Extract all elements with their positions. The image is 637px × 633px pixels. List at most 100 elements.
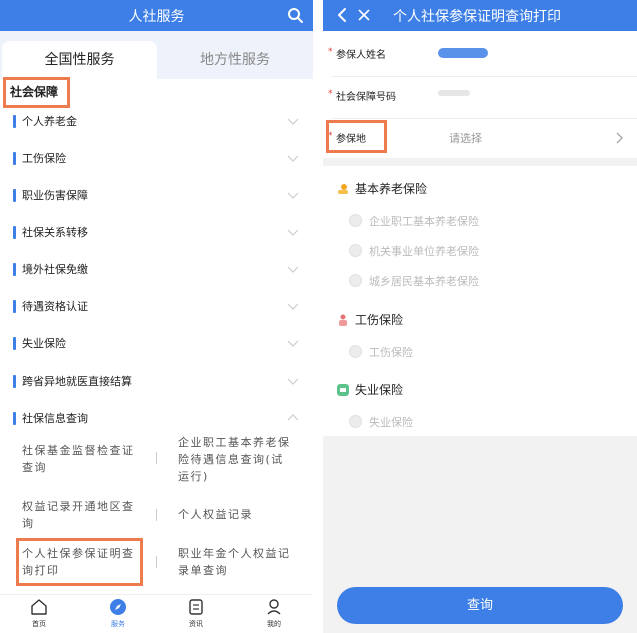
accent-bar: [13, 189, 16, 202]
nav-label: 我的: [267, 620, 281, 628]
option-institution-pension[interactable]: 机关事业单位养老保险: [349, 243, 479, 259]
menu-item-label: 跨省异地就医直接结算: [22, 375, 132, 388]
required-mark: *: [328, 89, 333, 99]
nav-label: 资讯: [189, 620, 203, 628]
menu-item-unemployment[interactable]: 失业保险: [0, 325, 313, 362]
home-icon: [31, 599, 47, 615]
nav-label: 首页: [32, 620, 46, 628]
option-unemployment[interactable]: 失业保险: [349, 414, 413, 430]
menu-item-label: 社保信息查询: [22, 412, 88, 425]
menu-item-label: 个人养老金: [22, 115, 77, 128]
menu-item-occupational-injury[interactable]: 职业伤害保障: [0, 177, 313, 214]
chevron-down-icon: [287, 266, 299, 273]
menu-item-medical-settlement[interactable]: 跨省异地就医直接结算: [0, 363, 313, 400]
option-label: 城乡居民基本养老保险: [369, 275, 479, 288]
sub-divider: [156, 556, 157, 568]
chevron-up-icon: [287, 414, 299, 421]
tab-local[interactable]: 地方性服务: [157, 41, 313, 79]
nav-label: 服务: [111, 620, 125, 628]
option-enterprise-pension[interactable]: 企业职工基本养老保险: [349, 213, 479, 229]
redacted-value: [438, 48, 488, 58]
insurance-type-options: 基本养老保险 企业职工基本养老保险 机关事业单位养老保险 城乡居民基本养老保险 …: [323, 166, 637, 436]
accent-bar: [13, 115, 16, 128]
service-tabs: 全国性服务 地方性服务: [0, 31, 313, 79]
menu-item-transfer[interactable]: 社保关系转移: [0, 214, 313, 251]
chevron-down-icon: [287, 118, 299, 125]
accent-bar: [13, 300, 16, 313]
sub-divider: [156, 509, 157, 521]
injury-icon: [339, 314, 347, 326]
left-panel: 人社服务 全国性服务 地方性服务 社会保障 个人养老金 工伤保险 职业伤害保障: [0, 0, 313, 633]
page-title: 人社服务: [128, 9, 185, 25]
menu-item-label: 职业伤害保障: [22, 189, 88, 202]
menu-item-label: 境外社保免缴: [22, 263, 88, 276]
compass-icon: [110, 599, 126, 615]
required-mark: *: [328, 47, 333, 57]
menu-item-work-injury[interactable]: 工伤保险: [0, 140, 313, 177]
group-title: 基本养老保险: [355, 182, 428, 196]
radio-icon: [349, 244, 362, 257]
highlight-box-certificate: [16, 538, 143, 586]
option-label: 失业保险: [369, 416, 413, 429]
bottom-nav: 首页 服务 资讯 我的: [0, 594, 313, 633]
sub-link-personal-rights[interactable]: 个人权益记录: [178, 506, 296, 523]
menu-item-info-query[interactable]: 社保信息查询: [0, 400, 313, 437]
chevron-right-icon: [616, 132, 623, 144]
chevron-down-icon: [287, 340, 299, 347]
unemployment-icon: [337, 384, 349, 396]
field-label: 社会保障号码: [336, 92, 396, 103]
highlight-box-location: [326, 120, 387, 153]
menu-item-eligibility[interactable]: 待遇资格认证: [0, 288, 313, 325]
menu-item-personal-pension[interactable]: 个人养老金: [0, 103, 313, 140]
accent-bar: [13, 152, 16, 165]
chevron-down-icon: [287, 229, 299, 236]
nav-mine[interactable]: 我的: [254, 598, 294, 629]
option-work-injury[interactable]: 工伤保险: [349, 344, 413, 360]
menu-item-label: 工伤保险: [22, 152, 66, 165]
person-icon: [338, 184, 348, 194]
radio-icon: [349, 345, 362, 358]
sub-link-fund-inspection[interactable]: 社保基金监督检查证查询: [22, 442, 136, 476]
field-ssn[interactable]: * 社会保障号码: [323, 76, 637, 118]
search-icon[interactable]: [287, 7, 303, 23]
nav-service[interactable]: 服务: [98, 598, 138, 629]
group-title: 失业保险: [355, 383, 404, 397]
user-icon: [267, 599, 281, 615]
sub-link-pension-info[interactable]: 企业职工基本养老保险待遇信息查询(试运行): [178, 434, 296, 485]
nav-home[interactable]: 首页: [19, 598, 59, 629]
close-icon[interactable]: [357, 8, 371, 22]
chevron-down-icon: [287, 303, 299, 310]
nav-news[interactable]: 资讯: [176, 598, 216, 629]
chevron-down-icon: [287, 192, 299, 199]
menu-item-label: 失业保险: [22, 337, 66, 350]
chevron-down-icon: [287, 378, 299, 385]
page-title: 个人社保参保证明查询打印: [393, 9, 561, 25]
radio-icon: [349, 214, 362, 227]
screenshot-root: 人社服务 全国性服务 地方性服务 社会保障 个人养老金 工伤保险 职业伤害保障: [0, 0, 637, 633]
back-icon[interactable]: [335, 7, 349, 23]
option-label: 工伤保险: [369, 346, 413, 359]
tab-national[interactable]: 全国性服务: [2, 41, 157, 79]
group-unemployment: 失业保险: [337, 381, 403, 398]
field-name[interactable]: * 参保人姓名: [323, 34, 637, 76]
group-pension: 基本养老保险: [337, 180, 427, 197]
sub-divider: [156, 452, 157, 464]
menu-item-label: 社保关系转移: [22, 226, 88, 239]
sub-link-annuity-rights[interactable]: 职业年金个人权益记录单查询: [178, 545, 296, 579]
accent-bar: [13, 226, 16, 239]
left-header: 人社服务: [0, 0, 313, 31]
redacted-value: [438, 90, 470, 96]
field-label: 参保人姓名: [336, 50, 386, 61]
group-work-injury: 工伤保险: [337, 311, 403, 328]
document-icon: [189, 599, 203, 615]
option-label: 机关事业单位养老保险: [369, 245, 479, 258]
sub-link-open-regions[interactable]: 权益记录开通地区查询: [22, 498, 136, 532]
group-title: 工伤保险: [355, 313, 404, 327]
right-header: 个人社保参保证明查询打印: [323, 0, 637, 31]
right-panel: 个人社保参保证明查询打印 * 参保人姓名 * 社会保障号码 * 参保地 请选择: [323, 0, 637, 633]
radio-icon: [349, 415, 362, 428]
query-button[interactable]: 查询: [337, 587, 623, 624]
accent-bar: [13, 412, 16, 425]
menu-item-overseas-exemption[interactable]: 境外社保免缴: [0, 251, 313, 288]
option-resident-pension[interactable]: 城乡居民基本养老保险: [349, 273, 479, 289]
